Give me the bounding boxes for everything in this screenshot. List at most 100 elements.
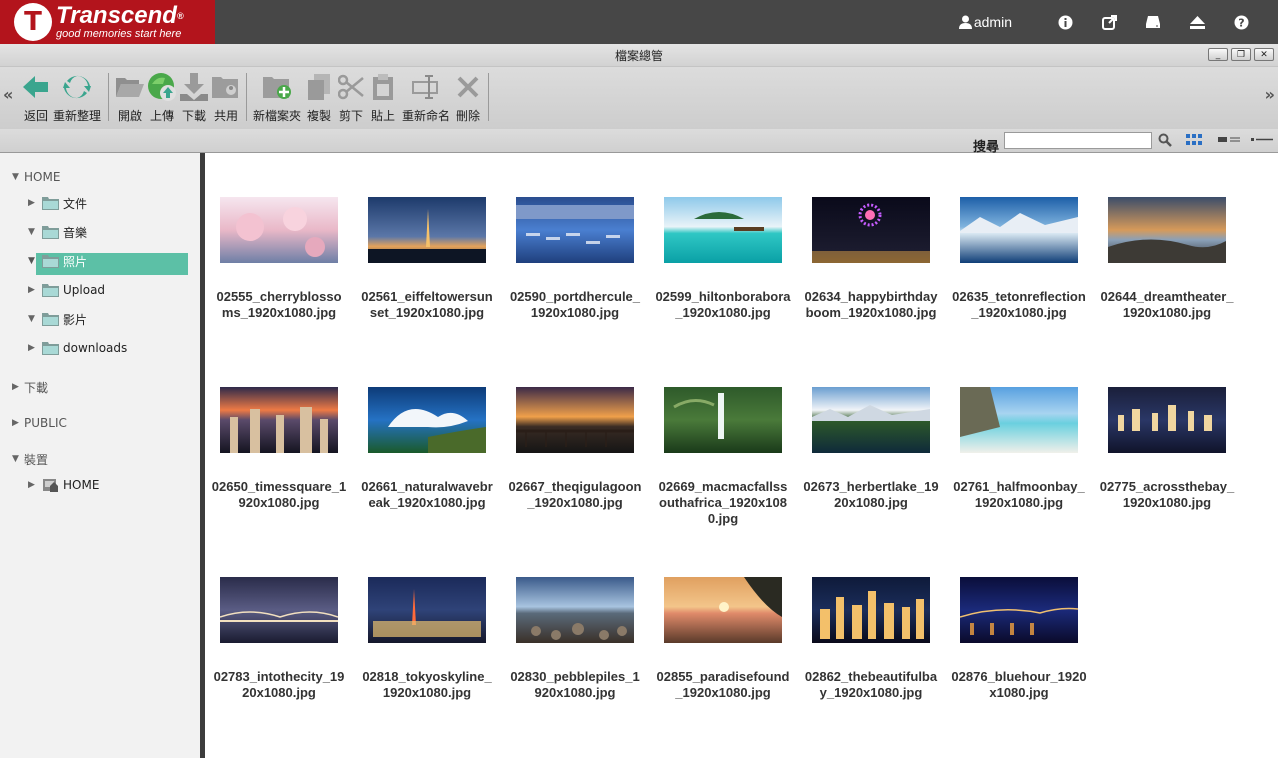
expanded-arrow-icon[interactable]: ▼: [28, 227, 40, 237]
file-item[interactable]: 02555_cherryblossoms_1920x1080.jpg: [209, 197, 349, 321]
file-item[interactable]: 02783_intothecity_1920x1080.jpg: [209, 577, 349, 701]
rename-button[interactable]: 重新命名: [400, 71, 452, 123]
search-icon[interactable]: [1158, 133, 1172, 147]
file-item[interactable]: 02673_herbertlake_1920x1080.jpg: [801, 387, 941, 511]
image-thumbnail[interactable]: [960, 387, 1078, 453]
list-view-icon[interactable]: [1251, 133, 1273, 147]
tree-node-downloads[interactable]: ▶ downloads: [28, 338, 127, 358]
collapsed-arrow-icon[interactable]: ▶: [12, 418, 24, 428]
eject-icon[interactable]: [1186, 11, 1208, 33]
image-thumbnail[interactable]: [812, 577, 930, 643]
file-item[interactable]: 02644_dreamtheater_1920x1080.jpg: [1097, 197, 1237, 321]
tree-node-home[interactable]: ▼ HOME: [12, 167, 60, 187]
download-button[interactable]: 下載: [179, 71, 209, 123]
tree-node-videos[interactable]: ▼ 影片: [28, 309, 87, 329]
open-button[interactable]: 開啟: [115, 71, 145, 123]
file-item[interactable]: 02669_macmacfallssouthafrica_1920x1080.j…: [653, 387, 793, 527]
back-button[interactable]: 返回: [22, 71, 50, 123]
upload-button[interactable]: 上傳: [147, 71, 177, 123]
file-item[interactable]: 02862_thebeautifulbay_1920x1080.jpg: [801, 577, 941, 701]
share-button[interactable]: 共用: [211, 71, 241, 123]
image-thumbnail[interactable]: [220, 197, 338, 263]
toolbar-scroll-left[interactable]: «: [3, 85, 13, 104]
grid-view-icon[interactable]: [1186, 133, 1202, 147]
file-item[interactable]: 02590_portdhercule_1920x1080.jpg: [505, 197, 645, 321]
info-icon[interactable]: [1054, 11, 1076, 33]
tree-label: HOME: [24, 170, 61, 184]
image-thumbnail[interactable]: [960, 197, 1078, 263]
image-thumbnail[interactable]: [812, 197, 930, 263]
refresh-button[interactable]: 重新整理: [53, 71, 101, 123]
open-folder-icon: [116, 78, 144, 97]
image-thumbnail[interactable]: [664, 387, 782, 453]
copy-button[interactable]: 複製: [305, 71, 333, 123]
collapsed-arrow-icon[interactable]: ▶: [28, 480, 40, 490]
tree-node-upload[interactable]: ▶ Upload: [28, 280, 105, 300]
file-item[interactable]: 02667_theqigulagoon_1920x1080.jpg: [505, 387, 645, 511]
paste-icon: [373, 74, 393, 100]
paste-button[interactable]: 貼上: [369, 71, 397, 123]
folder-icon: [42, 313, 59, 326]
file-name: 02599_hiltonborabora_1920x1080.jpg: [655, 289, 791, 320]
file-item[interactable]: 02635_tetonreflection_1920x1080.jpg: [949, 197, 1089, 321]
minimize-button[interactable]: _: [1208, 48, 1228, 61]
upload-label: 上傳: [149, 109, 174, 123]
image-thumbnail[interactable]: [368, 387, 486, 453]
restore-button[interactable]: ❐: [1231, 48, 1251, 61]
image-thumbnail[interactable]: [220, 577, 338, 643]
close-button[interactable]: ✕: [1254, 48, 1274, 61]
image-thumbnail[interactable]: [1108, 197, 1226, 263]
tree-node-photos[interactable]: ▼ 照片: [28, 251, 87, 271]
file-item[interactable]: 02634_happybirthdayboom_1920x1080.jpg: [801, 197, 941, 321]
file-item[interactable]: 02855_paradisefound_1920x1080.jpg: [653, 577, 793, 701]
drive-icon[interactable]: [1142, 11, 1164, 33]
image-thumbnail[interactable]: [516, 387, 634, 453]
collapsed-arrow-icon[interactable]: ▶: [28, 198, 40, 208]
collapsed-arrow-icon[interactable]: ▶: [12, 382, 24, 392]
detail-view-icon[interactable]: [1218, 133, 1240, 147]
file-item[interactable]: 02599_hiltonborabora_1920x1080.jpg: [653, 197, 793, 321]
image-thumbnail[interactable]: [664, 197, 782, 263]
image-thumbnail[interactable]: [220, 387, 338, 453]
image-thumbnail[interactable]: [368, 577, 486, 643]
tree-label: 照片: [63, 254, 88, 269]
collapsed-arrow-icon[interactable]: ▶: [28, 285, 40, 295]
tree-node-public[interactable]: ▶ PUBLIC: [12, 413, 67, 433]
file-item[interactable]: 02650_timessquare_1920x1080.jpg: [209, 387, 349, 511]
expanded-arrow-icon[interactable]: ▼: [28, 256, 40, 266]
collapsed-arrow-icon[interactable]: ▶: [28, 343, 40, 353]
image-thumbnail[interactable]: [1108, 387, 1226, 453]
tree-node-documents[interactable]: ▶ 文件: [28, 193, 87, 213]
user-menu[interactable]: admin: [958, 14, 1012, 30]
new-folder-button[interactable]: 新檔案夾: [252, 71, 302, 123]
external-link-icon[interactable]: [1098, 11, 1120, 33]
help-icon[interactable]: ?: [1230, 11, 1252, 33]
file-item[interactable]: 02818_tokyoskyline_1920x1080.jpg: [357, 577, 497, 701]
tree-label: Upload: [63, 283, 106, 297]
tree-node-music[interactable]: ▼ 音樂: [28, 222, 87, 242]
file-item[interactable]: 02761_halfmoonbay_1920x1080.jpg: [949, 387, 1089, 511]
tree-node-download-share[interactable]: ▶ 下載: [12, 377, 48, 397]
file-item[interactable]: 02661_naturalwavebreak_1920x1080.jpg: [357, 387, 497, 511]
expanded-arrow-icon[interactable]: ▼: [12, 172, 24, 182]
delete-button[interactable]: 刪除: [454, 71, 482, 123]
file-item[interactable]: 02561_eiffeltowersunset_1920x1080.jpg: [357, 197, 497, 321]
tree-node-device-home[interactable]: ▶ HOME: [28, 475, 99, 495]
tree-node-devices[interactable]: ▼ 裝置: [12, 449, 48, 469]
cut-button[interactable]: 剪下: [337, 71, 365, 123]
expanded-arrow-icon[interactable]: ▼: [12, 454, 24, 464]
image-thumbnail[interactable]: [516, 197, 634, 263]
expanded-arrow-icon[interactable]: ▼: [28, 314, 40, 324]
file-item[interactable]: 02830_pebblepiles_1920x1080.jpg: [505, 577, 645, 701]
toolbar-scroll-right[interactable]: »: [1265, 85, 1275, 104]
image-thumbnail[interactable]: [368, 197, 486, 263]
tree-label: 下載: [24, 380, 49, 395]
file-item[interactable]: 02775_acrossthebay_1920x1080.jpg: [1097, 387, 1237, 511]
file-item[interactable]: 02876_bluehour_1920x1080.jpg: [949, 577, 1089, 701]
search-input[interactable]: [1004, 132, 1152, 149]
image-thumbnail[interactable]: [664, 577, 782, 643]
folder-icon: [42, 284, 59, 297]
image-thumbnail[interactable]: [812, 387, 930, 453]
image-thumbnail[interactable]: [960, 577, 1078, 643]
image-thumbnail[interactable]: [516, 577, 634, 643]
